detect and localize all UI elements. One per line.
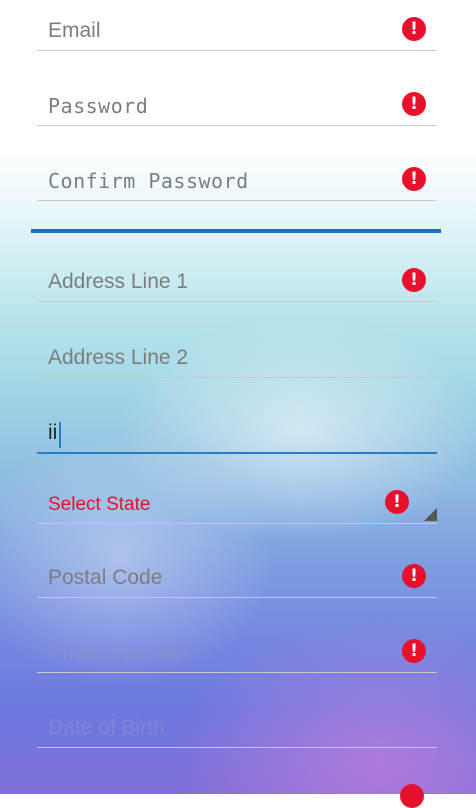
state-select[interactable]: Select State !: [37, 483, 437, 524]
password-placeholder: Password: [48, 94, 149, 118]
email-field[interactable]: Email !: [37, 10, 437, 51]
address-line-1-placeholder: Address Line 1: [48, 270, 189, 293]
section-divider: [31, 229, 441, 233]
email-placeholder: Email: [48, 19, 101, 42]
postal-code-placeholder: Postal Code: [48, 566, 163, 589]
next-field-error-icon[interactable]: [400, 784, 424, 808]
password-error-icon[interactable]: !: [402, 92, 426, 116]
date-of-birth-placeholder: Date of Birth: [48, 716, 165, 739]
address-line-2-field[interactable]: Address Line 2: [37, 337, 437, 378]
address-line-2-placeholder: Address Line 2: [48, 346, 189, 369]
postal-code-field[interactable]: Postal Code !: [37, 557, 437, 598]
address-line-1-field[interactable]: Address Line 1 !: [37, 261, 437, 302]
phone-number-field[interactable]: Phone Number !: [37, 632, 437, 673]
date-of-birth-field[interactable]: Date of Birth: [37, 707, 437, 748]
state-error-icon[interactable]: !: [385, 490, 409, 514]
address-line-1-error-icon[interactable]: !: [402, 268, 426, 292]
dropdown-arrow-icon[interactable]: [424, 508, 437, 521]
state-placeholder: Select State: [48, 494, 151, 515]
confirm-password-placeholder: Confirm Password: [48, 169, 249, 193]
postal-code-error-icon[interactable]: !: [402, 564, 426, 588]
city-value: ii: [48, 421, 58, 444]
city-field[interactable]: ii: [37, 412, 437, 454]
phone-number-placeholder: Phone Number: [48, 641, 190, 664]
email-error-icon[interactable]: !: [402, 17, 426, 41]
confirm-password-error-icon[interactable]: !: [402, 167, 426, 191]
phone-number-error-icon[interactable]: !: [402, 639, 426, 663]
text-cursor: [59, 422, 61, 448]
confirm-password-field[interactable]: Confirm Password !: [37, 160, 437, 201]
password-field[interactable]: Password !: [37, 85, 437, 126]
